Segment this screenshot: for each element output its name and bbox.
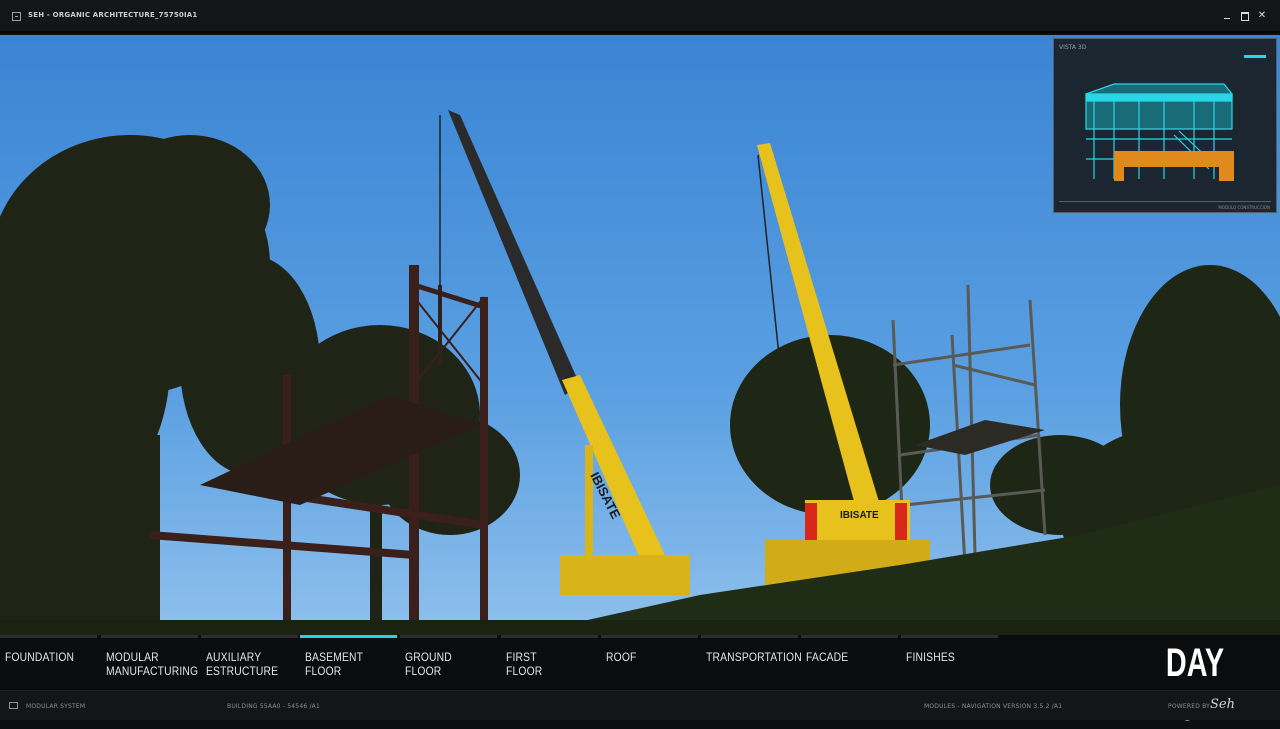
tab-transportation[interactable]: TRANSPORTATION (701, 635, 802, 687)
tab-roof[interactable]: ROOF (601, 635, 698, 687)
window-title: SEH - ORGANIC ARCHITECTURE_75750IA1 (28, 11, 198, 19)
minimize-icon[interactable] (1220, 9, 1234, 23)
title-bar: SEH - ORGANIC ARCHITECTURE_75750IA1 ✕ (0, 0, 1280, 33)
3d-view-footer: MODULO CONSTRUCCION (1218, 205, 1270, 210)
tab-label: FIRST FLOOR (506, 650, 543, 678)
crane-brand-label-right: IBISATE (840, 510, 879, 521)
tab-first-floor[interactable]: FIRST FLOOR (501, 635, 598, 687)
status-bar: MODULAR SYSTEM BUILDING 55AA0 - 54546 /A… (0, 690, 1280, 720)
tab-label: BASEMENT FLOOR (305, 650, 364, 678)
tab-basement-floor[interactable]: BASEMENT FLOOR (300, 635, 397, 687)
tab-facade[interactable]: FACADE (801, 635, 898, 687)
status-powered-by: POWERED BY (1168, 703, 1211, 710)
ground-strip (0, 620, 1280, 635)
tab-label: MODULAR MANUFACTURING (106, 650, 199, 678)
3d-view-panel[interactable]: VISTA 3D MODULO CONSTRUCCION (1053, 38, 1277, 213)
3d-building-model (1085, 83, 1234, 181)
tab-modular-manufacturing[interactable]: MODULAR MANUFACTURING (101, 635, 198, 687)
close-icon[interactable]: ✕ (1255, 9, 1269, 23)
tab-label: FACADE (806, 650, 849, 664)
tab-finishes[interactable]: FINISHES (901, 635, 998, 687)
phase-navigation-bar: FOUNDATION MODULAR MANUFACTURING AUXILIA… (0, 635, 1280, 690)
3d-view-divider (1059, 201, 1271, 202)
tab-auxiliary-estructure[interactable]: AUXILIARY ESTRUCTURE (201, 635, 298, 687)
status-version: MODULES - NAVIGATION VERSION 3.5.2 /A1 (924, 703, 1063, 710)
tab-label: TRANSPORTATION (706, 650, 802, 664)
tab-label: FINISHES (906, 650, 955, 664)
maximize-icon[interactable] (1238, 9, 1252, 23)
app-icon[interactable] (12, 12, 21, 21)
seh-signature-logo: Seh (1210, 697, 1235, 712)
tab-ground-floor[interactable]: GROUND FLOOR (400, 635, 497, 687)
tab-label: GROUND FLOOR (405, 650, 452, 678)
tab-label: AUXILIARY ESTRUCTURE (206, 650, 279, 678)
tab-label: FOUNDATION (5, 650, 75, 664)
tab-foundation[interactable]: FOUNDATION (0, 635, 97, 687)
tab-label: ROOF (606, 650, 637, 664)
status-modular-system: MODULAR SYSTEM (26, 703, 86, 710)
status-building-id: BUILDING 55AA0 - 54546 /A1 (227, 703, 320, 710)
modular-system-icon[interactable] (9, 702, 18, 709)
